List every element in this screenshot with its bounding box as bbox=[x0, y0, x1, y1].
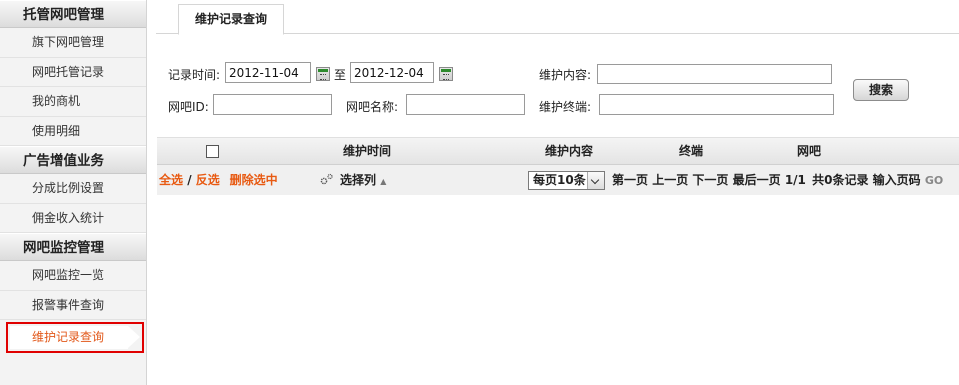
netbar-name-input[interactable] bbox=[406, 94, 525, 115]
netbar-id-label: 网吧ID: bbox=[168, 100, 209, 114]
sidebar-item-usage-details[interactable]: 使用明细 bbox=[0, 117, 146, 146]
column-header-netbar[interactable]: 网吧 bbox=[797, 138, 821, 165]
tab-maintenance-query[interactable]: 维护记录查询 bbox=[178, 4, 284, 35]
calendar-icon[interactable] bbox=[316, 67, 330, 81]
sidebar-item-alarm-query[interactable]: 报警事件查询 bbox=[0, 291, 146, 320]
sidebar-item-hosting-records[interactable]: 网吧托管记录 bbox=[0, 58, 146, 87]
delete-selected-link[interactable]: 删除选中 bbox=[230, 173, 278, 187]
prev-page-link[interactable]: 上一页 bbox=[652, 173, 688, 187]
tab-bar: 维护记录查询 bbox=[156, 0, 959, 35]
sidebar-section-netbar-hosting: 托管网吧管理 bbox=[0, 0, 146, 28]
terminal-input[interactable] bbox=[599, 94, 834, 115]
go-button[interactable]: GO bbox=[925, 174, 943, 187]
chevron-down-icon bbox=[587, 172, 604, 189]
column-header-terminal[interactable]: 终端 bbox=[679, 138, 703, 165]
last-page-link[interactable]: 最后一页 bbox=[733, 173, 781, 187]
main-content: 维护记录查询 记录时间: 至 维护内容: 搜索 网吧ID: 网吧名称: 维护终端… bbox=[148, 0, 959, 385]
next-page-link[interactable]: 下一页 bbox=[692, 173, 728, 187]
sidebar-item-my-opportunities[interactable]: 我的商机 bbox=[0, 87, 146, 117]
search-button[interactable]: 搜索 bbox=[853, 79, 909, 101]
sidebar-section-ad-business: 广告增值业务 bbox=[0, 146, 146, 174]
total-records: 共0条记录 bbox=[812, 173, 869, 187]
sidebar-item-netbar-manage[interactable]: 旗下网吧管理 bbox=[0, 28, 146, 58]
sidebar-item-monitor-overview[interactable]: 网吧监控一览 bbox=[0, 261, 146, 291]
sidebar-section-monitoring: 网吧监控管理 bbox=[0, 233, 146, 261]
caret-up-icon: ▲ bbox=[380, 177, 387, 186]
invert-selection-link[interactable]: 反选 bbox=[196, 173, 220, 187]
netbar-id-input[interactable] bbox=[213, 94, 332, 115]
sidebar-item-maintenance-query[interactable]: 维护记录查询 bbox=[10, 326, 140, 349]
calendar-icon[interactable] bbox=[439, 67, 453, 81]
sidebar-item-maintenance-query-wrap: 维护记录查询 bbox=[0, 320, 146, 354]
table-header: 维护时间 维护内容 终端 网吧 bbox=[157, 137, 959, 165]
select-all-checkbox[interactable] bbox=[206, 145, 219, 158]
choose-columns-link[interactable]: 选择列 bbox=[340, 173, 376, 187]
sidebar-item-share-ratio[interactable]: 分成比例设置 bbox=[0, 174, 146, 204]
page-size-select[interactable]: 每页10条 bbox=[528, 171, 605, 190]
date-from-input[interactable] bbox=[225, 62, 311, 83]
content-label: 维护内容: bbox=[539, 68, 592, 82]
page-size-value: 每页10条 bbox=[533, 173, 586, 187]
terminal-label: 维护终端: bbox=[539, 100, 592, 114]
column-header-time[interactable]: 维护时间 bbox=[343, 138, 391, 165]
table-toolbar: 全选 / 反选 删除选中 选择列 ▲ 每页10条 第一页 上一页 下一页 最后一… bbox=[157, 165, 959, 195]
gear-icon[interactable] bbox=[320, 173, 334, 185]
date-to-input[interactable] bbox=[350, 62, 434, 83]
page-info: 1/1 bbox=[784, 173, 806, 187]
enter-page-label: 输入页码 bbox=[872, 173, 921, 187]
sidebar: 托管网吧管理 旗下网吧管理 网吧托管记录 我的商机 使用明细 广告增值业务 分成… bbox=[0, 0, 147, 385]
to-label: 至 bbox=[334, 68, 347, 82]
select-all-link[interactable]: 全选 bbox=[159, 173, 183, 187]
record-time-label: 记录时间: bbox=[168, 68, 221, 82]
sidebar-item-commission-stats[interactable]: 佣金收入统计 bbox=[0, 204, 146, 233]
netbar-name-label: 网吧名称: bbox=[346, 100, 399, 114]
toolbar-separator: / bbox=[183, 173, 196, 187]
first-page-link[interactable]: 第一页 bbox=[612, 173, 648, 187]
sidebar-active-highlight: 维护记录查询 bbox=[6, 322, 144, 353]
content-input[interactable] bbox=[597, 64, 832, 84]
column-header-content[interactable]: 维护内容 bbox=[545, 138, 593, 165]
